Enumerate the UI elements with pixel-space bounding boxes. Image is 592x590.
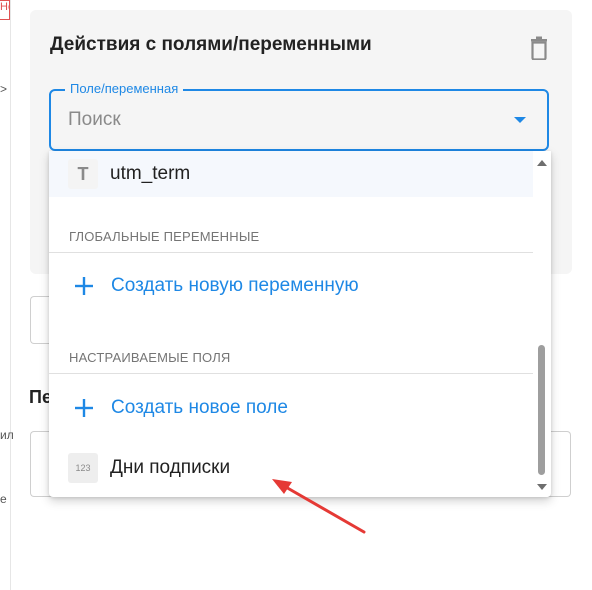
create-field-label: Создать новое поле [111,397,288,418]
scrollbar[interactable] [533,151,551,497]
section-label: ГЛОБАЛЬНЫЕ ПЕРЕМЕННЫЕ [69,229,260,244]
list-item-label: Дни подписки [110,457,231,478]
plus-icon [75,399,93,417]
scrollbar-thumb[interactable] [538,345,545,475]
section-header-global: ГЛОБАЛЬНЫЕ ПЕРЕМЕННЫЕ [49,212,533,253]
error-tab-fragment: Не [0,0,10,20]
side-fragment: ил [0,428,14,442]
create-variable-button[interactable]: Создать новую переменную [49,258,533,314]
plus-icon [75,277,93,295]
scroll-down-icon[interactable] [537,484,547,491]
annotation-arrow-icon [272,479,366,534]
section-label: НАСТРАИВАЕМЫЕ ПОЛЯ [69,350,231,365]
create-variable-label: Создать новую переменную [111,275,359,296]
dropdown-menu: T utm_term ГЛОБАЛЬНЫЕ ПЕРЕМЕННЫЕ Создать… [49,151,551,497]
trash-icon[interactable] [530,36,548,60]
side-fragment: е [0,492,7,506]
text-type-icon: T [68,159,98,189]
side-fragment: > [0,82,8,96]
search-input[interactable]: Поиск [68,109,121,131]
list-item-label: utm_term [110,163,191,184]
caret-down-icon[interactable] [513,115,527,125]
card-title: Действия с полями/переменными [50,34,372,55]
underlying-input-edge[interactable] [548,431,571,497]
list-item[interactable]: T utm_term [49,151,533,197]
field-variable-select[interactable]: Поле/переменная Поиск [49,81,549,151]
create-field-button[interactable]: Создать новое поле [49,380,533,436]
number-type-icon: 123 [68,453,98,483]
scroll-up-icon[interactable] [537,159,547,166]
section-header-custom: НАСТРАИВАЕМЫЕ ПОЛЯ [49,333,533,374]
select-label: Поле/переменная [65,81,184,96]
